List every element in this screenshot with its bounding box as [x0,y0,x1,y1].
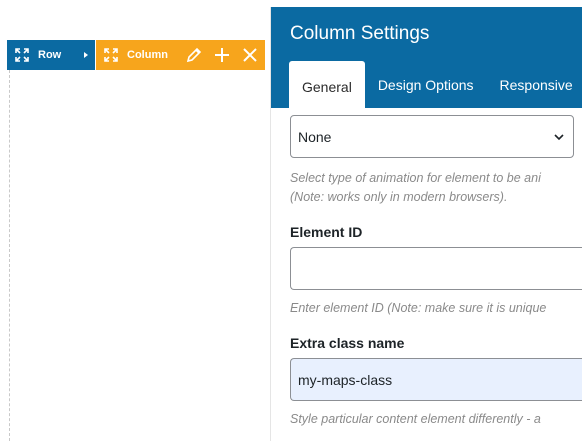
move-icon[interactable] [15,48,29,62]
page-builder: Row Column Column Settings General Desig… [0,0,582,441]
move-icon[interactable] [104,48,118,62]
extra-class-label: Extra class name [290,335,405,351]
column-control-bar[interactable]: Column [96,40,265,70]
element-id-label: Element ID [290,224,363,240]
tab-general[interactable]: General [289,61,365,108]
column-outline [9,70,10,441]
row-label: Row [38,49,62,61]
animation-help-note: (Note: works only in modern browsers). [290,190,508,204]
extra-class-input[interactable]: my-maps-class [290,358,582,401]
tab-responsive[interactable]: Responsive [487,61,582,108]
tab-design-options[interactable]: Design Options [365,61,487,108]
settings-tabs: General Design Options Responsive [289,61,582,108]
caret-right-icon[interactable] [81,50,91,60]
chevron-down-icon [553,130,565,142]
row-control-bar[interactable]: Row [7,40,95,70]
add-plus-icon[interactable] [213,46,231,64]
animation-select[interactable]: None [290,115,574,158]
animation-select-value: None [298,128,332,145]
panel-title: Column Settings [290,23,430,44]
column-label: Column [127,49,168,61]
animation-help: Select type of animation for element to … [290,171,541,185]
close-icon[interactable] [241,46,259,64]
panel-header: Column Settings General Design Options R… [271,7,582,108]
element-id-input[interactable] [290,247,582,290]
edit-pencil-icon[interactable] [185,46,203,64]
element-id-help: Enter element ID (Note: make sure it is … [290,301,547,315]
extra-class-help: Style particular content element differe… [290,412,541,426]
column-settings-panel: Column Settings General Design Options R… [271,7,582,441]
